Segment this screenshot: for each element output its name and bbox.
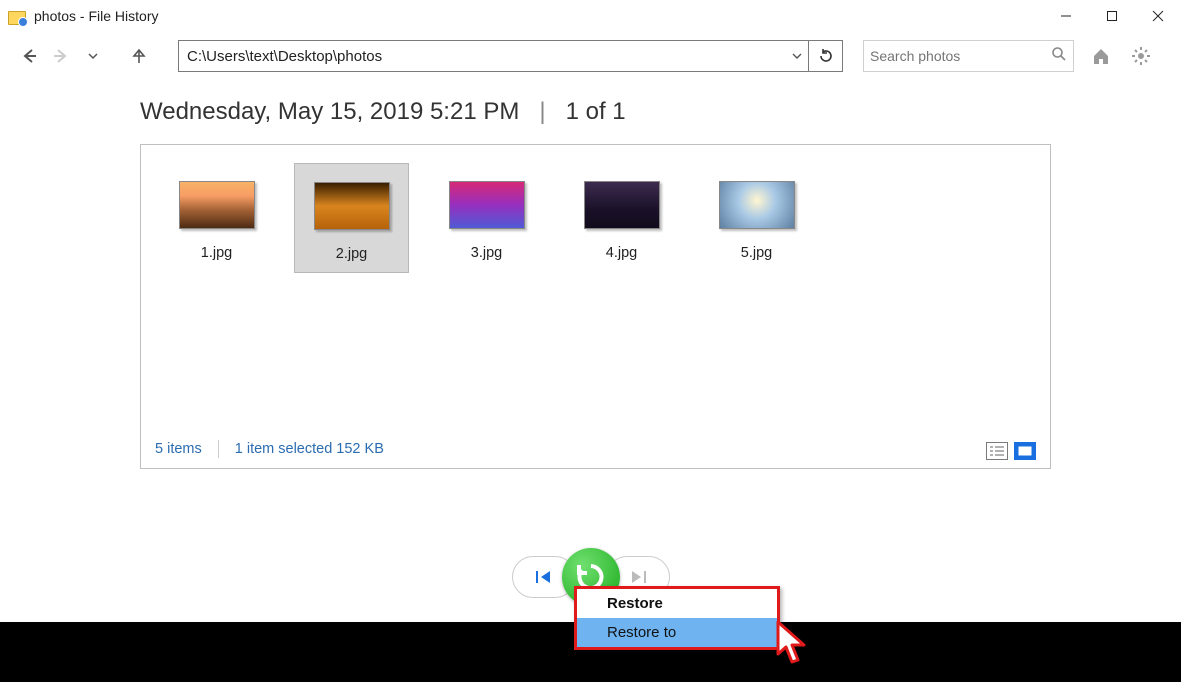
file-item[interactable]: 1.jpg (159, 163, 274, 273)
file-name: 2.jpg (336, 246, 367, 262)
header-separator: | (539, 98, 545, 126)
thumbnail-row: 1.jpg 2.jpg 3.jpg 4.jpg 5.jpg (159, 163, 1032, 273)
address-dropdown-icon[interactable] (786, 41, 808, 71)
window-title: photos - File History (34, 8, 158, 24)
thumbnail-image (584, 181, 660, 229)
search-icon[interactable] (1051, 46, 1067, 67)
snapshot-header: Wednesday, May 15, 2019 5:21 PM | 1 of 1 (0, 80, 1181, 136)
selection-info: 1 item selected 152 KB (235, 441, 384, 457)
file-name: 5.jpg (741, 245, 772, 261)
context-menu-restore-to[interactable]: Restore to (577, 618, 777, 647)
refresh-button[interactable] (808, 41, 842, 71)
back-button[interactable] (16, 43, 42, 69)
thumbnail-image (179, 181, 255, 229)
snapshot-position: 1 of 1 (566, 98, 626, 126)
history-dropdown-icon[interactable] (80, 43, 106, 69)
status-bar: 5 items 1 item selected 152 KB (155, 440, 384, 458)
search-box (863, 40, 1074, 72)
search-input[interactable] (870, 48, 1051, 64)
file-item[interactable]: 4.jpg (564, 163, 679, 273)
context-menu: Restore Restore to (574, 586, 780, 650)
forward-button[interactable] (48, 43, 74, 69)
snapshot-datetime: Wednesday, May 15, 2019 5:21 PM (140, 98, 519, 126)
file-item[interactable]: 3.jpg (429, 163, 544, 273)
item-count: 5 items (155, 441, 202, 457)
title-bar: photos - File History (0, 0, 1181, 32)
cursor-icon (776, 620, 816, 673)
context-menu-restore[interactable]: Restore (577, 589, 777, 618)
thumbnails-view-icon[interactable] (1014, 442, 1036, 460)
navigation-toolbar (0, 32, 1181, 80)
maximize-button[interactable] (1089, 0, 1135, 32)
view-switcher (986, 442, 1036, 460)
file-item[interactable]: 2.jpg (294, 163, 409, 273)
gear-icon[interactable] (1128, 43, 1154, 69)
thumbnail-image (314, 182, 390, 230)
address-input[interactable] (179, 44, 786, 69)
file-name: 3.jpg (471, 245, 502, 261)
file-name: 4.jpg (606, 245, 637, 261)
thumbnail-image (449, 181, 525, 229)
window-controls (1043, 0, 1181, 32)
close-button[interactable] (1135, 0, 1181, 32)
thumbnail-image (719, 181, 795, 229)
minimize-button[interactable] (1043, 0, 1089, 32)
details-view-icon[interactable] (986, 442, 1008, 460)
address-bar (178, 40, 843, 72)
file-list-pane: 1.jpg 2.jpg 3.jpg 4.jpg 5.jpg 5 items 1 … (140, 144, 1051, 469)
file-name: 1.jpg (201, 245, 232, 261)
status-divider (218, 440, 219, 458)
up-button[interactable] (126, 43, 152, 69)
folder-icon (8, 7, 26, 25)
file-item[interactable]: 5.jpg (699, 163, 814, 273)
home-icon[interactable] (1088, 43, 1114, 69)
